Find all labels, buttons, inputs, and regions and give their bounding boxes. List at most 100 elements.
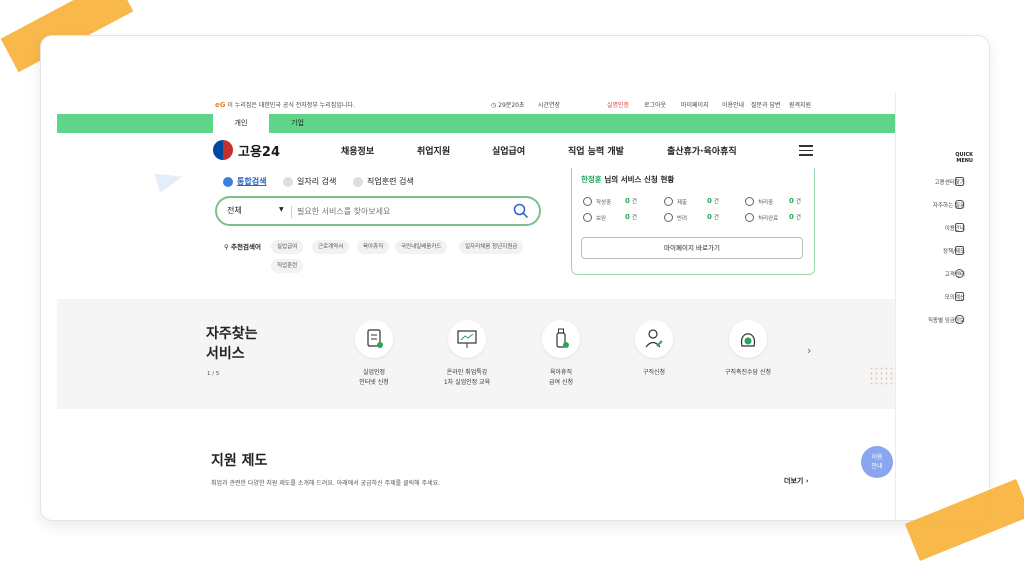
faq-pager: 1 / 5 [207, 371, 220, 377]
submit-icon [664, 197, 673, 206]
status-title-text: 님의 서비스 신청 현황 [601, 175, 675, 184]
quick-menu-panel [895, 92, 989, 520]
info-icon [583, 213, 592, 222]
faq-link[interactable]: 질문과 답변 [751, 100, 781, 109]
taegeuk-logo-icon [213, 140, 233, 160]
status-label: 보완 [596, 216, 607, 222]
mypage-link[interactable]: 마이페이지 [681, 100, 709, 109]
reject-icon [664, 213, 673, 222]
paper-plane-decoration [154, 166, 186, 194]
service-label[interactable]: 구직신청 [609, 368, 699, 378]
remote-support-link[interactable]: 원격지원 [789, 100, 811, 109]
nav-vocational-training[interactable]: 직업 능력 개발 [568, 144, 624, 157]
more-label: 더보기 [784, 477, 804, 485]
auth-link[interactable]: 실명인증 [607, 100, 629, 109]
pencil-icon [583, 197, 592, 206]
tab-personal[interactable]: 개인 [213, 114, 269, 133]
headset-icon [955, 269, 964, 278]
service-label[interactable]: 육아휴직 급여 신청 [516, 368, 606, 388]
usage-guide-button[interactable]: 이용 안내 [861, 446, 893, 478]
coins-icon [955, 315, 964, 324]
dots-decoration [869, 366, 893, 386]
policy-icon [955, 246, 964, 255]
chat-bubble-icon [955, 200, 964, 209]
radio-unchecked-icon [353, 176, 363, 187]
logout-link[interactable]: 로그아웃 [644, 100, 666, 109]
support-description: 취업과 관련한 다양한 지원 제도를 소개해 드려요. 아래에서 궁금하신 주제… [211, 480, 441, 487]
keyword-chip[interactable]: 직업훈련 [271, 259, 304, 273]
status-count[interactable]: 0건 [707, 213, 719, 221]
session-timer: ◷ 29분20초 [491, 100, 524, 109]
keyword-chip[interactable]: 실업급여 [271, 240, 304, 254]
radio-label: 통합검색 [237, 177, 267, 186]
keyword-chip[interactable]: 국민내일배움카드 [395, 240, 448, 254]
status-label: 처리완료 [758, 216, 779, 222]
eg-logo-icon: eG [215, 101, 226, 109]
processing-icon [745, 197, 754, 206]
recommend-keywords-title: ⚲ 추천검색어 [224, 241, 261, 251]
status-count[interactable]: 0건 [789, 213, 801, 221]
mypage-shortcut-button[interactable]: 마이페이지 바로가기 [581, 237, 803, 259]
service-item-3[interactable] [542, 320, 580, 358]
service-item-5[interactable] [729, 320, 767, 358]
guide-link[interactable]: 이용안내 [722, 100, 744, 109]
search-divider [291, 206, 292, 218]
search-input[interactable] [297, 203, 497, 219]
complete-icon [745, 213, 754, 222]
document-check-icon [367, 329, 383, 348]
service-item-1[interactable] [355, 320, 393, 358]
status-label: 작성중 [596, 200, 612, 206]
status-count[interactable]: 0건 [625, 197, 637, 205]
site-logo[interactable]: 고용24 [238, 141, 280, 160]
screenshot-card: eG 이 누리집은 대한민국 공식 전자정부 누리집입니다. ◷ 29분20초 … [40, 35, 990, 521]
menu-icon[interactable] [799, 145, 813, 159]
chevron-right-icon[interactable]: › [807, 344, 811, 357]
baby-bottle-icon [556, 328, 569, 348]
money-bag-icon [740, 333, 756, 347]
radio-training-search[interactable]: 직업훈련 검색 [353, 176, 414, 187]
search-scope-select[interactable]: 전체 [227, 205, 242, 216]
nav-job-info[interactable]: 채용정보 [341, 144, 374, 157]
radio-checked-icon [223, 176, 233, 187]
timer-text: 29분20초 [498, 102, 525, 109]
keyword-chip[interactable]: 일자리채움 청년지원금 [459, 240, 524, 254]
service-label[interactable]: 온라인 취업특강 1차 실업인정 교육 [422, 368, 512, 388]
status-label: 처리중 [758, 200, 774, 206]
service-label[interactable]: 실업인정 인터넷 신청 [329, 368, 419, 388]
service-label[interactable]: 구직촉진수당 신청 [703, 368, 793, 378]
person-edit-icon [645, 329, 663, 348]
gov-notice: eG 이 누리집은 대한민국 공식 전자정부 누리집입니다. [215, 100, 355, 109]
status-title: 한정훈 님의 서비스 신청 현황 [581, 174, 674, 185]
extend-button[interactable]: 시간연장 [538, 100, 560, 109]
caret-down-icon[interactable]: ▼ [279, 206, 284, 213]
faq-services-title: 자주찾는 서비스 [206, 326, 258, 362]
radio-integrated-search[interactable]: 통합검색 [223, 176, 266, 187]
radio-unchecked-icon [283, 176, 293, 187]
nav-unemployment-benefit[interactable]: 실업급여 [492, 144, 525, 157]
nav-maternity-leave[interactable]: 출산휴가·육아휴직 [667, 144, 737, 157]
keyword-chip[interactable]: 육아휴직 [357, 240, 390, 254]
nav-employment-support[interactable]: 취업지원 [417, 144, 450, 157]
recommend-title-text: 추천검색어 [231, 243, 261, 251]
status-count[interactable]: 0건 [789, 197, 801, 205]
support-title: 지원 제도 [211, 453, 268, 469]
search-bar: 전체 ▼ [215, 196, 541, 226]
user-type-tab-bar [57, 114, 895, 133]
service-item-4[interactable] [635, 320, 673, 358]
service-item-2[interactable] [448, 320, 486, 358]
status-count[interactable]: 0건 [625, 213, 637, 221]
search-icon[interactable] [513, 203, 529, 219]
calculator-icon [955, 292, 964, 301]
tab-business[interactable]: 기업 [291, 114, 304, 133]
status-label: 반려 [677, 216, 688, 222]
more-link[interactable]: 더보기 › [784, 476, 809, 486]
status-count[interactable]: 0건 [707, 197, 719, 205]
building-icon [955, 177, 964, 186]
monitor-icon [955, 223, 964, 232]
user-name: 한정훈 [581, 175, 602, 184]
presentation-icon [457, 330, 477, 348]
quick-menu-title: QUICK MENU [955, 152, 973, 164]
search-icon: ⚲ [224, 243, 229, 251]
keyword-chip[interactable]: 근로계약서 [312, 240, 350, 254]
radio-job-search[interactable]: 일자리 검색 [283, 176, 336, 187]
